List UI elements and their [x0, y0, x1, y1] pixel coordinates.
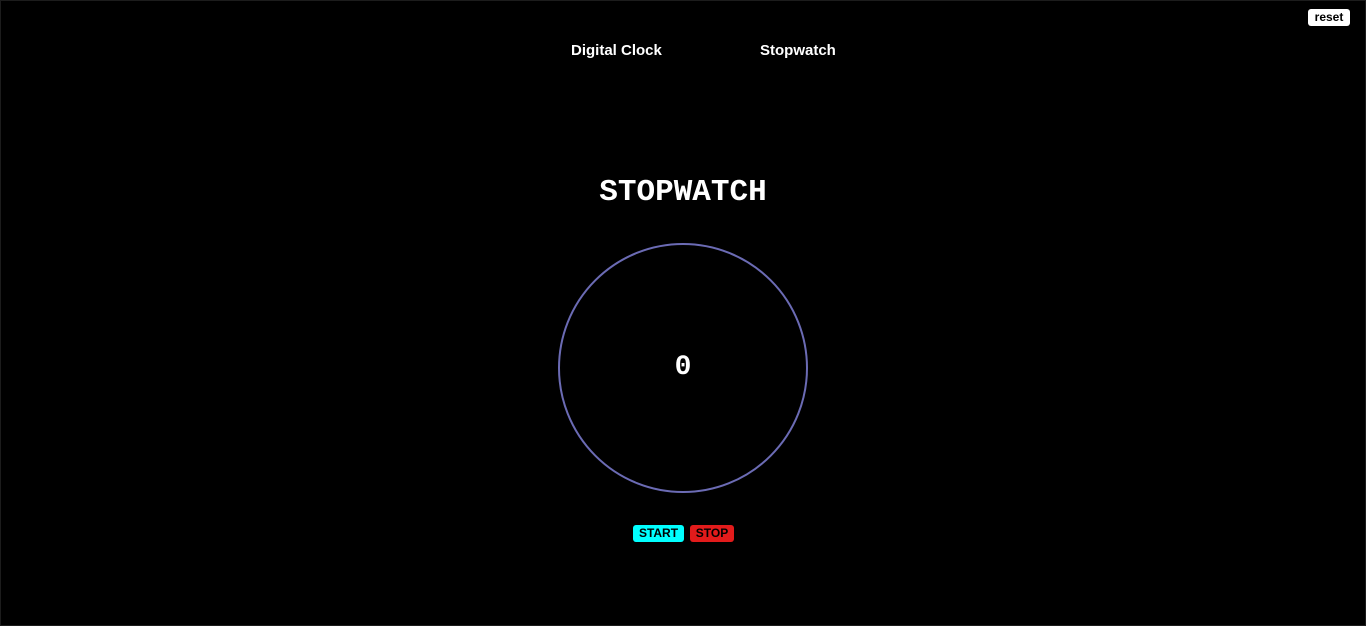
page-title: STOPWATCH: [599, 175, 767, 210]
start-button[interactable]: START: [633, 525, 684, 542]
stop-button[interactable]: STOP: [690, 525, 734, 542]
stopwatch-dial: 0: [558, 243, 808, 493]
reset-button[interactable]: reset: [1308, 9, 1350, 26]
nav-link-stopwatch[interactable]: Stopwatch: [760, 42, 836, 60]
stopwatch-counter: 0: [674, 352, 692, 383]
nav-link-digital-clock[interactable]: Digital Clock: [571, 42, 662, 60]
